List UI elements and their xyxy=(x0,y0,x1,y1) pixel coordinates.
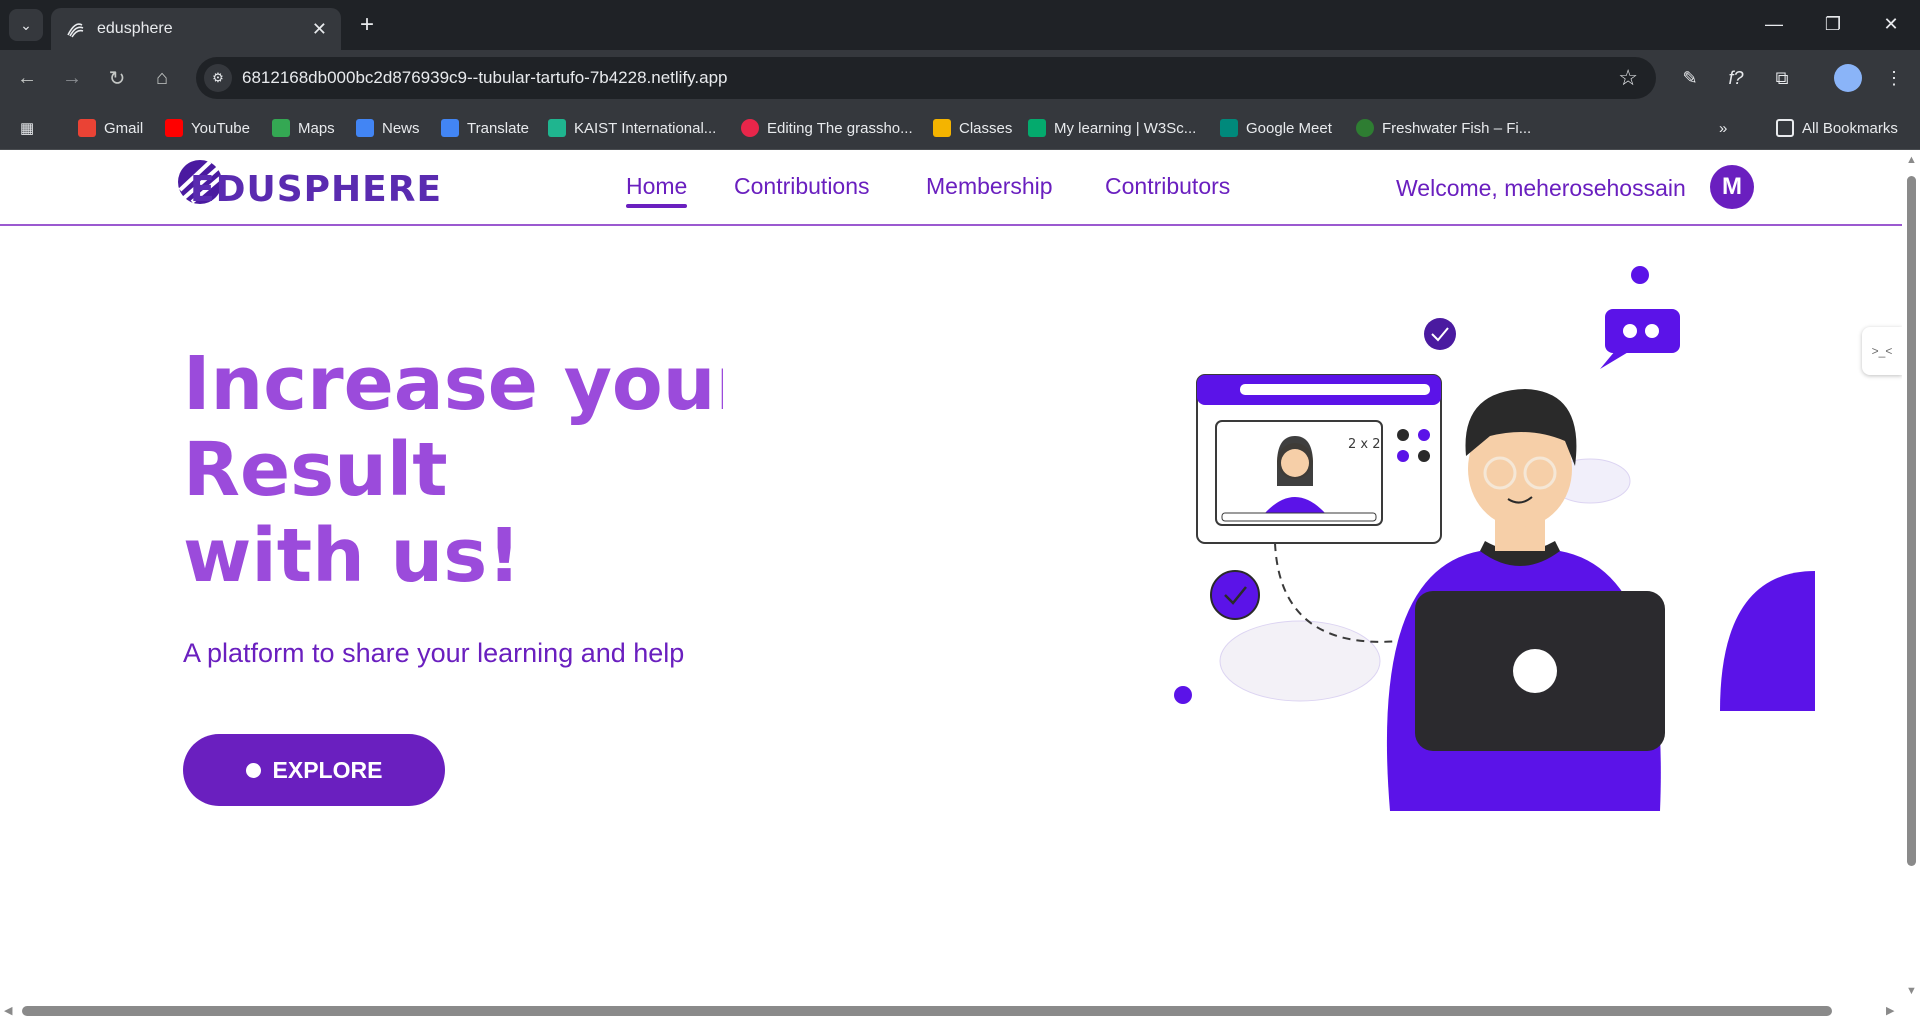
back-icon[interactable]: ← xyxy=(11,62,43,94)
youtube-icon xyxy=(165,119,183,137)
google-meet-icon xyxy=(1220,119,1238,137)
explore-label: EXPLORE xyxy=(272,756,383,783)
browser-tab[interactable]: edusphere ✕ xyxy=(51,8,341,50)
profile-avatar[interactable] xyxy=(1834,64,1862,92)
news-icon xyxy=(356,119,374,137)
side-widget-tab[interactable]: >_< xyxy=(1862,327,1902,375)
all-bookmarks[interactable]: All Bookmarks xyxy=(1776,106,1898,150)
reload-icon[interactable]: ↻ xyxy=(101,62,133,94)
forward-icon[interactable]: → xyxy=(56,62,88,94)
url-text: 6812168db000bc2d876939c9--tubular-tartuf… xyxy=(242,68,728,87)
restore-icon[interactable]: ❐ xyxy=(1808,8,1858,40)
hero-title-line-3: with us! xyxy=(183,513,522,599)
horizontal-scrollbar[interactable]: ◀ ▶ xyxy=(0,1001,1920,1020)
explore-button[interactable]: EXPLORE xyxy=(183,734,445,806)
tab-search-button[interactable]: ⌄ xyxy=(9,9,43,41)
bookmark-kaist[interactable]: KAIST International... xyxy=(548,106,716,150)
bookmark-news[interactable]: News xyxy=(356,106,420,150)
bookmark-translate[interactable]: Translate xyxy=(441,106,529,150)
bookmark-gmail[interactable]: Gmail xyxy=(78,106,143,150)
scroll-left-icon[interactable]: ◀ xyxy=(4,1004,12,1017)
kaist-icon xyxy=(548,119,566,137)
bookmark-star-icon[interactable]: ☆ xyxy=(1618,65,1638,91)
apps-grid-icon[interactable]: ▦ xyxy=(20,106,34,150)
bookmark-editing[interactable]: Editing The grassho... xyxy=(741,106,913,150)
folder-icon xyxy=(1776,119,1794,137)
site-header: EDUSPHERE Home Contributions Membership … xyxy=(0,151,1902,226)
hero-illustration: 2 x 2 xyxy=(1174,266,1815,811)
logo-text[interactable]: EDUSPHERE xyxy=(190,169,442,210)
fish-site-icon xyxy=(1356,119,1374,137)
hero-title: Increase your Result with us! xyxy=(183,341,723,599)
new-tab-button[interactable]: + xyxy=(352,10,382,40)
welcome-message: Welcome, meherosehossain xyxy=(1396,175,1686,201)
bookmarks-overflow-icon[interactable]: » xyxy=(1719,106,1727,150)
nav-membership[interactable]: Membership xyxy=(926,173,1053,200)
user-avatar[interactable]: M xyxy=(1710,165,1754,209)
maps-icon xyxy=(272,119,290,137)
bookmarks-bar: ▦ Gmail YouTube Maps News Translate KAIS… xyxy=(0,106,1920,150)
scroll-up-icon[interactable]: ▲ xyxy=(1906,154,1917,166)
hero-title-line-2: Result xyxy=(183,427,448,513)
gmail-icon xyxy=(78,119,96,137)
bookmark-google-meet[interactable]: Google Meet xyxy=(1220,106,1332,150)
browser-titlebar: ⌄ edusphere ✕ + — ❐ ✕ xyxy=(0,0,1920,50)
web-page: EDUSPHERE Home Contributions Membership … xyxy=(0,151,1902,1001)
site-info-icon[interactable]: ⚙ xyxy=(204,64,232,92)
address-bar[interactable]: ⚙ 6812168db000bc2d876939c9--tubular-tart… xyxy=(196,57,1656,99)
scroll-down-icon[interactable]: ▼ xyxy=(1906,985,1917,997)
browser-toolbar: ← → ↻ ⌂ ⚙ 6812168db000bc2d876939c9--tubu… xyxy=(0,50,1920,106)
classroom-icon xyxy=(933,119,951,137)
vertical-scroll-thumb[interactable] xyxy=(1907,176,1916,866)
bookmark-w3schools[interactable]: My learning | W3Sc... xyxy=(1028,106,1196,150)
w3schools-icon xyxy=(1028,119,1046,137)
heart-icon xyxy=(741,119,759,137)
horizontal-scroll-thumb[interactable] xyxy=(22,1006,1832,1016)
vertical-scrollbar[interactable]: ▲ ▼ xyxy=(1902,151,1920,1001)
menu-kebab-icon[interactable]: ⋮ xyxy=(1878,62,1910,94)
hero-subtitle: A platform to share your learning and he… xyxy=(183,638,689,668)
extensions-puzzle-icon[interactable]: ⧉ xyxy=(1766,62,1798,94)
bookmark-freshwater-fish[interactable]: Freshwater Fish – Fi... xyxy=(1356,106,1531,150)
tab-title: edusphere xyxy=(97,20,173,37)
bookmark-classes[interactable]: Classes xyxy=(933,106,1012,150)
home-icon[interactable]: ⌂ xyxy=(146,62,178,94)
minimize-icon[interactable]: — xyxy=(1749,8,1799,40)
bookmark-youtube[interactable]: YouTube xyxy=(165,106,250,150)
pen-extension-icon[interactable]: ✎ xyxy=(1674,62,1706,94)
bookmark-maps[interactable]: Maps xyxy=(272,106,335,150)
hero-title-line-1: Increase your xyxy=(183,341,723,427)
formula-extension-icon[interactable]: f? xyxy=(1720,62,1752,94)
illustration-label: 2 x 2 xyxy=(1348,437,1381,452)
edusphere-favicon-icon xyxy=(67,23,84,38)
translate-icon xyxy=(441,119,459,137)
nav-home[interactable]: Home xyxy=(626,173,688,208)
dot-icon xyxy=(245,762,261,778)
nav-contributors[interactable]: Contributors xyxy=(1105,173,1230,200)
close-tab-icon[interactable]: ✕ xyxy=(312,19,327,40)
close-window-icon[interactable]: ✕ xyxy=(1866,8,1916,40)
scroll-right-icon[interactable]: ▶ xyxy=(1886,1004,1894,1017)
nav-contributions[interactable]: Contributions xyxy=(734,173,870,200)
